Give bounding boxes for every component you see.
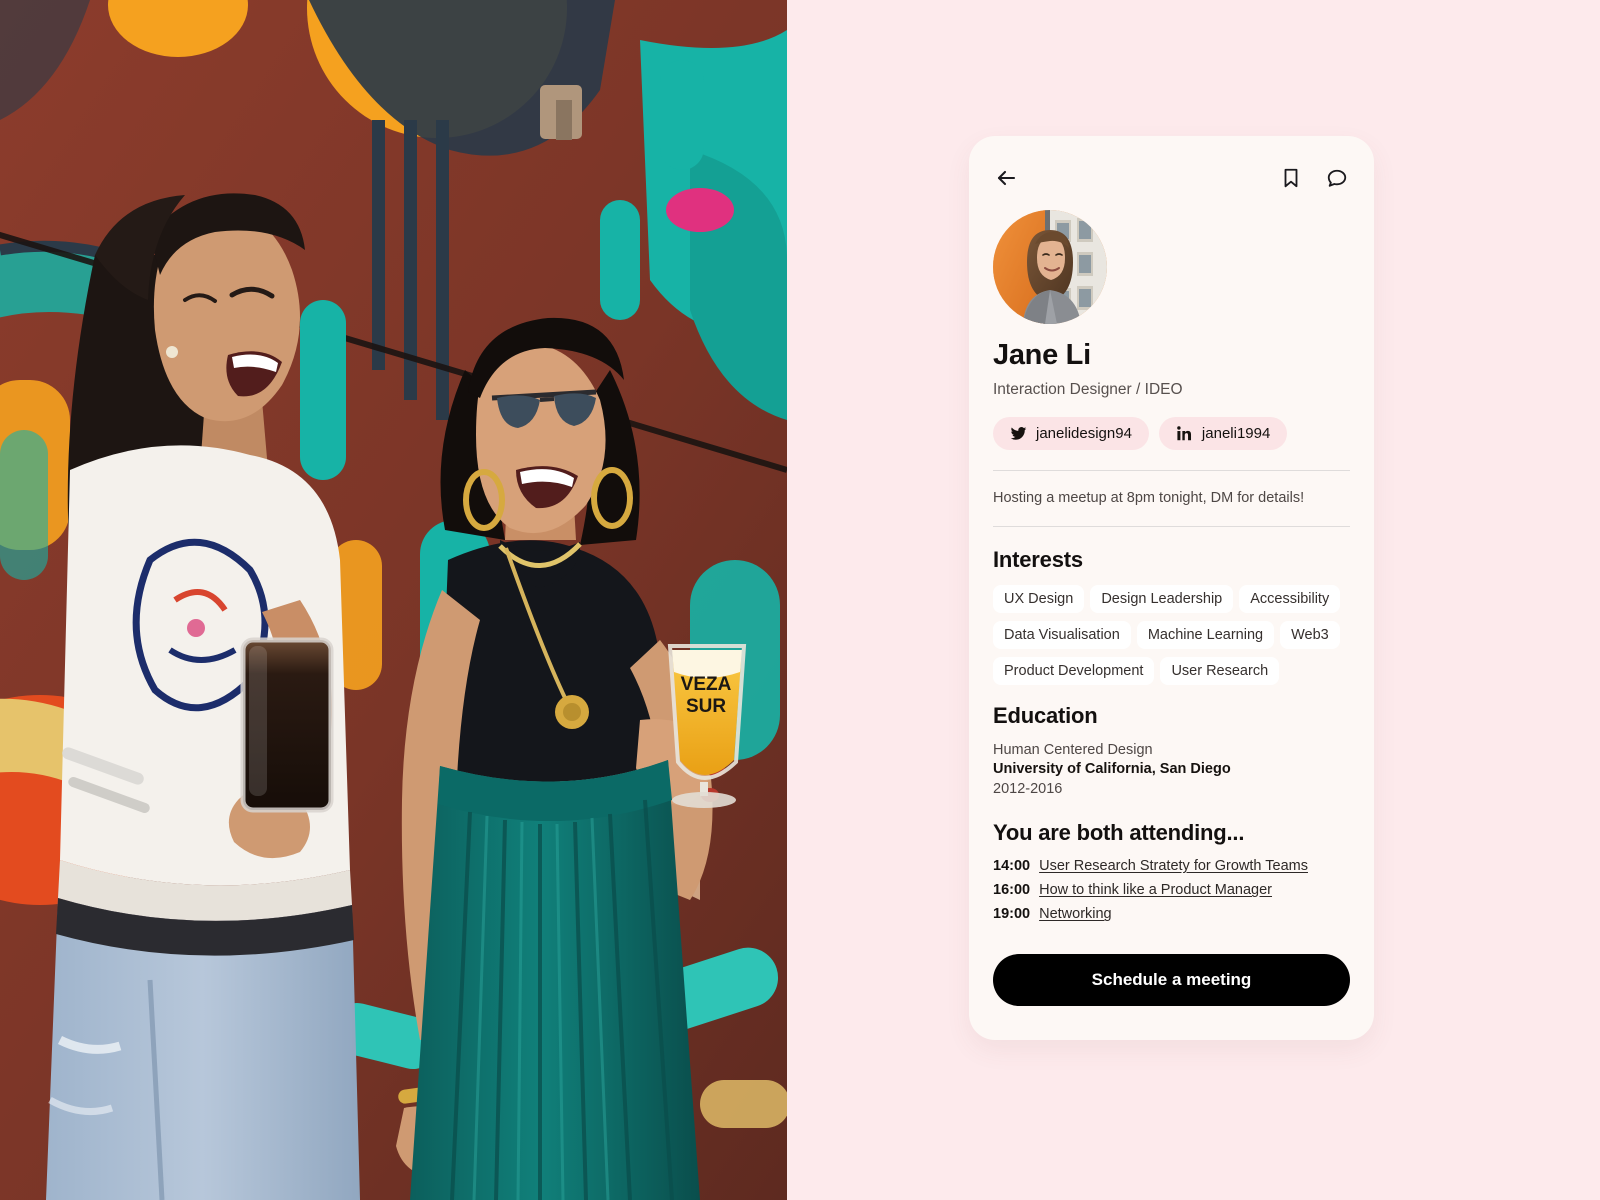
person-role: Interaction Designer / IDEO — [993, 380, 1183, 398]
session-row: 16:00 How to think like a Product Manage… — [993, 882, 1350, 898]
profile-photo-illustration — [993, 210, 1107, 324]
status-text: Hosting a meetup at 8pm tonight, DM for … — [993, 490, 1305, 507]
chat-bubble-icon — [1327, 169, 1347, 187]
interest-tag[interactable]: Accessibility — [1239, 584, 1341, 613]
social-handle-linkedin: janeli1994 — [1201, 425, 1271, 443]
twitter-bird-glyph — [1010, 427, 1027, 440]
cta-container: Schedule a meeting — [969, 954, 1374, 1006]
interest-tag[interactable]: Design Leadership — [1090, 584, 1234, 613]
interest-tag[interactable]: Machine Learning — [1136, 620, 1275, 649]
card-action-group — [1278, 165, 1350, 191]
divider-bottom — [993, 525, 1350, 527]
social-links: janelidesign94 janeli1994 — [993, 417, 1350, 451]
interest-tag[interactable]: UX Design — [993, 584, 1085, 613]
twitter-icon — [1010, 425, 1027, 442]
card-action-bar — [993, 164, 1350, 192]
interests-tag-list: UX Design Design Leadership Accessibilit… — [993, 584, 1350, 685]
education-years: 2012-2016 — [993, 781, 1063, 798]
session-time: 14:00 — [993, 858, 1031, 875]
linkedin-icon — [1176, 425, 1193, 442]
hero-photo-illustration: VEZA SUR — [0, 0, 787, 1200]
bookmark-button[interactable] — [1278, 165, 1304, 191]
interest-tag[interactable]: Product Development — [993, 656, 1155, 685]
session-row: 14:00 User Research Stratety for Growth … — [993, 858, 1350, 874]
education-heading: Education — [993, 702, 1098, 728]
education-field: Human Centered Design — [993, 741, 1153, 758]
session-link[interactable]: Networking — [1039, 906, 1112, 922]
app-screen: VEZA SUR Jane Li Interaction Designer / … — [0, 0, 1600, 1200]
attending-heading: You are both attending... — [993, 820, 1245, 846]
interest-tag[interactable]: User Research — [1160, 656, 1280, 685]
interests-heading: Interests — [993, 546, 1083, 572]
session-time: 19:00 — [993, 906, 1031, 923]
social-handle-twitter: janelidesign94 — [1036, 425, 1132, 443]
schedule-meeting-button[interactable]: Schedule a meeting — [993, 954, 1350, 1006]
svg-text:VEZA: VEZA — [681, 674, 732, 695]
session-link[interactable]: User Research Stratety for Growth Teams — [1039, 858, 1308, 874]
page-title: Jane Li — [993, 339, 1091, 371]
svg-text:SUR: SUR — [686, 696, 726, 717]
session-link[interactable]: How to think like a Product Manager — [1039, 882, 1272, 898]
linkedin-in-glyph — [1177, 426, 1191, 441]
bookmark-icon — [1284, 168, 1298, 188]
right-panel: Jane Li Interaction Designer / IDEO jane… — [787, 0, 1600, 1200]
avatar — [993, 210, 1107, 324]
profile-card: Jane Li Interaction Designer / IDEO jane… — [969, 136, 1374, 1040]
arrow-left-icon — [997, 170, 1016, 186]
hero-photo: VEZA SUR — [0, 0, 787, 1200]
session-time: 16:00 — [993, 882, 1031, 899]
attending-session-list: 14:00 User Research Stratety for Growth … — [993, 858, 1350, 922]
interest-tag[interactable]: Data Visualisation — [993, 620, 1131, 649]
session-row: 19:00 Networking — [993, 906, 1350, 922]
back-button[interactable] — [993, 165, 1019, 191]
education-institution: University of California, San Diego — [993, 761, 1231, 778]
message-button[interactable] — [1324, 165, 1350, 191]
profile-card-body: Jane Li Interaction Designer / IDEO jane… — [969, 136, 1374, 922]
social-pill-linkedin[interactable]: janeli1994 — [1158, 417, 1288, 451]
interest-tag[interactable]: Web3 — [1280, 620, 1340, 649]
social-pill-twitter[interactable]: janelidesign94 — [993, 417, 1149, 451]
